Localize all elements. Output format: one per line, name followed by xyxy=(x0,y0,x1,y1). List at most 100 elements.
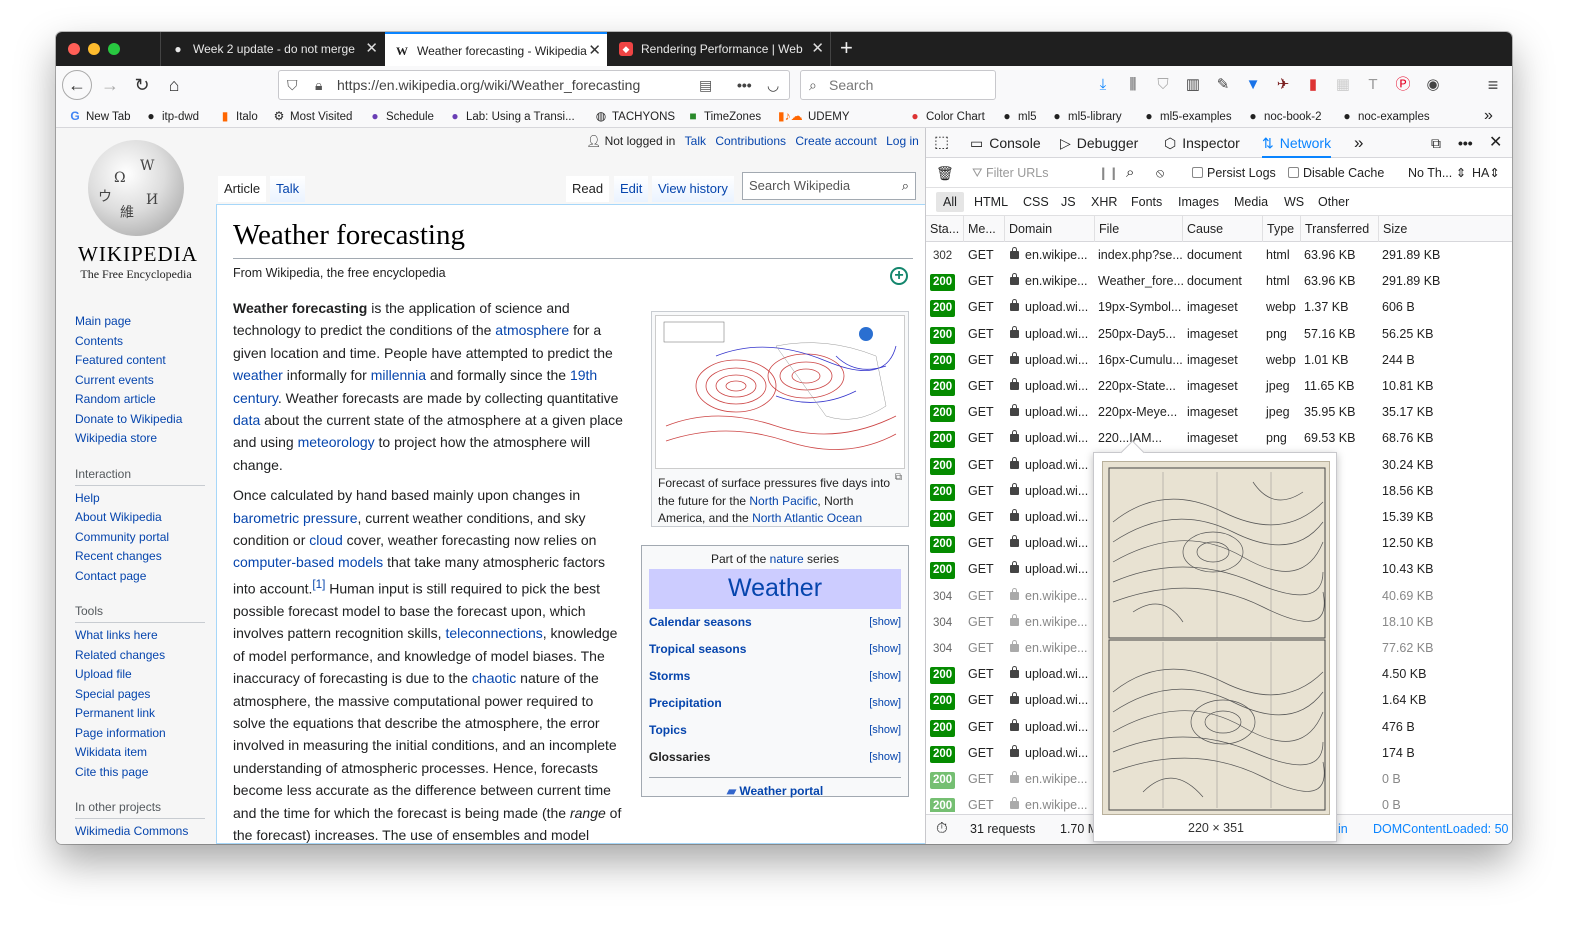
bookmark-item[interactable]: ● Color Chart xyxy=(908,104,984,129)
request-row[interactable]: 200 GET upload.wi... 220px-Meye... imageset j… xyxy=(926,399,1512,425)
sidebar-item-store[interactable]: Wikipedia store xyxy=(75,429,205,449)
forecast-map-image[interactable] xyxy=(655,315,905,469)
login-link[interactable]: Log in xyxy=(886,134,919,148)
block-icon[interactable]: ⦸ xyxy=(1156,158,1164,188)
account-icon[interactable]: ◉ xyxy=(1422,74,1444,96)
reader-view-icon[interactable]: ▤ xyxy=(699,71,712,99)
nature-link[interactable]: nature xyxy=(770,552,804,566)
url-text[interactable]: https://en.wikipedia.org/wiki/Weather_fo… xyxy=(337,71,640,99)
tab-view-history[interactable]: View history xyxy=(652,176,734,202)
tab-edit[interactable]: Edit xyxy=(614,176,649,202)
link[interactable]: barometric pressure xyxy=(233,510,358,526)
column-file[interactable]: File xyxy=(1094,216,1119,242)
column-transferred[interactable]: Transferred xyxy=(1300,216,1369,242)
tab-article[interactable]: Article xyxy=(218,176,267,202)
column-type[interactable]: Type xyxy=(1262,216,1294,242)
sidebar-item-page-info[interactable]: Page information xyxy=(75,724,205,744)
navbox-row[interactable]: Topics [show] xyxy=(649,717,901,744)
trash-icon[interactable]: 🗑︎ xyxy=(936,158,954,188)
minimize-window-button[interactable] xyxy=(88,43,100,55)
bookmark-item[interactable]: ▮♪☁ UDEMY xyxy=(778,104,850,129)
download-icon[interactable]: ⤓ xyxy=(1092,74,1114,96)
sidebar-icon[interactable]: ▥ xyxy=(1182,74,1204,96)
extension-icon[interactable]: ▦ xyxy=(1332,74,1354,96)
wiki-search-input[interactable]: Search Wikipedia ⌕ xyxy=(742,172,916,200)
lock-icon[interactable]: 🔒︎ xyxy=(315,71,322,99)
tab-inspector[interactable]: ⬡ Inspector xyxy=(1164,128,1240,158)
more-bookmarks-icon[interactable]: » xyxy=(1484,104,1493,128)
sidebar-item-recent-changes[interactable]: Recent changes xyxy=(75,547,205,567)
url-bar[interactable]: ⛉ 🔒︎ https://en.wikipedia.org/wiki/Weath… xyxy=(278,70,790,100)
navbox-row-label[interactable]: Storms xyxy=(649,669,690,683)
sidebar-item-related[interactable]: Related changes xyxy=(75,646,205,666)
show-toggle[interactable]: [show] xyxy=(869,636,901,663)
enlarge-icon[interactable]: ⧉ xyxy=(895,472,902,483)
link[interactable]: teleconnections xyxy=(445,625,542,641)
show-toggle[interactable]: [show] xyxy=(869,663,901,690)
sidebar-item-upload[interactable]: Upload file xyxy=(75,665,205,685)
column-status[interactable]: Sta... xyxy=(926,216,959,242)
bookmark-item[interactable]: ● noc-examples xyxy=(1340,104,1429,129)
weather-portal-link[interactable]: ▰ Weather portal xyxy=(649,777,901,804)
navbox-row-label[interactable]: Calendar seasons xyxy=(649,615,752,629)
page-actions-icon[interactable]: ••• xyxy=(737,71,752,99)
close-tab-icon[interactable]: ✕ xyxy=(365,32,378,66)
link-north-atlantic[interactable]: North Atlantic Ocean xyxy=(752,511,862,525)
navbox-row[interactable]: Precipitation [show] xyxy=(649,690,901,717)
close-tab-icon[interactable]: ✕ xyxy=(588,34,601,66)
bookmark-item[interactable]: ● ml5-examples xyxy=(1142,104,1231,129)
request-row[interactable]: 200 GET upload.wi... 16px-Cumulu... imageset… xyxy=(926,347,1512,373)
throttle-select[interactable]: No Th... ⇕ xyxy=(1408,158,1466,188)
menu-icon[interactable]: ≡ xyxy=(1482,74,1504,96)
navbox-row-label[interactable]: Tropical seasons xyxy=(649,642,746,656)
sidebar-item-what-links[interactable]: What links here xyxy=(75,626,205,646)
navbox-row-label[interactable]: Precipitation xyxy=(649,696,722,710)
dock-icon[interactable]: ⧉ xyxy=(1431,128,1441,158)
link[interactable]: computer-based models xyxy=(233,554,383,570)
link[interactable]: chaotic xyxy=(472,670,516,686)
navbox-row[interactable]: Calendar seasons [show] xyxy=(649,609,901,636)
har-menu[interactable]: HA⇕ xyxy=(1472,158,1500,188)
extension-icon[interactable]: ▮ xyxy=(1302,74,1324,96)
tab-console[interactable]: ▭ Console xyxy=(970,128,1041,158)
back-button[interactable]: ← xyxy=(62,70,92,100)
disable-cache-checkbox[interactable]: Disable Cache xyxy=(1288,158,1384,188)
sidebar-item-featured[interactable]: Featured content xyxy=(75,351,205,371)
talk-link[interactable]: Talk xyxy=(685,134,706,148)
persist-logs-checkbox[interactable]: Persist Logs xyxy=(1192,158,1276,188)
sidebar-item-wikidata[interactable]: Wikidata item xyxy=(75,743,205,763)
navbox-row[interactable]: Glossaries [show] xyxy=(649,744,901,771)
link-north-pacific[interactable]: North Pacific xyxy=(749,494,817,508)
sidebar-item-commons[interactable]: Wikimedia Commons xyxy=(75,822,205,842)
filter-all[interactable]: All xyxy=(936,192,964,212)
filter-images[interactable]: Images xyxy=(1178,188,1219,216)
sidebar-item-cite[interactable]: Cite this page xyxy=(75,763,205,783)
close-devtools-icon[interactable]: ✕ xyxy=(1489,128,1502,158)
shield-icon[interactable]: ⛉ xyxy=(287,71,298,99)
pinterest-icon[interactable]: Ⓟ xyxy=(1392,74,1414,96)
bookmark-item[interactable]: ■ TimeZones xyxy=(686,104,761,129)
search-bar[interactable]: ⌕ Search xyxy=(800,70,996,100)
tab-rendering[interactable]: ◆ Rendering Performance | Web ✕ xyxy=(609,32,831,66)
close-tab-icon[interactable]: ✕ xyxy=(811,32,824,66)
contributions-link[interactable]: Contributions xyxy=(715,134,786,148)
reload-button[interactable]: ↻ xyxy=(128,71,156,99)
link[interactable]: millennia xyxy=(371,367,426,383)
show-toggle[interactable]: [show] xyxy=(869,744,901,771)
bookmark-item[interactable]: ● itp-dwd xyxy=(144,104,199,129)
show-toggle[interactable]: [show] xyxy=(869,690,901,717)
show-toggle[interactable]: [show] xyxy=(869,717,901,744)
tab-network[interactable]: ⇅ Network xyxy=(1262,128,1332,158)
link[interactable]: meteorology xyxy=(298,434,375,450)
request-row[interactable]: 200 GET upload.wi... 220px-State... imageset… xyxy=(926,373,1512,399)
sidebar-item-about[interactable]: About Wikipedia xyxy=(75,508,205,528)
bookmark-item[interactable]: ◍ TACHYONS xyxy=(594,104,675,129)
sidebar-item-community[interactable]: Community portal xyxy=(75,528,205,548)
filter-css[interactable]: CSS xyxy=(1023,188,1049,216)
bookmark-item[interactable]: ● Schedule xyxy=(368,104,434,129)
bookmark-item[interactable]: ● noc-book-2 xyxy=(1246,104,1321,129)
pause-icon[interactable]: ❙❙ xyxy=(1098,158,1119,188)
sidebar-item-current-events[interactable]: Current events xyxy=(75,371,205,391)
bookmark-item[interactable]: ⚙ Most Visited xyxy=(272,104,353,129)
tab-wikipedia[interactable]: W Weather forecasting - Wikipedia ✕ xyxy=(385,32,607,66)
